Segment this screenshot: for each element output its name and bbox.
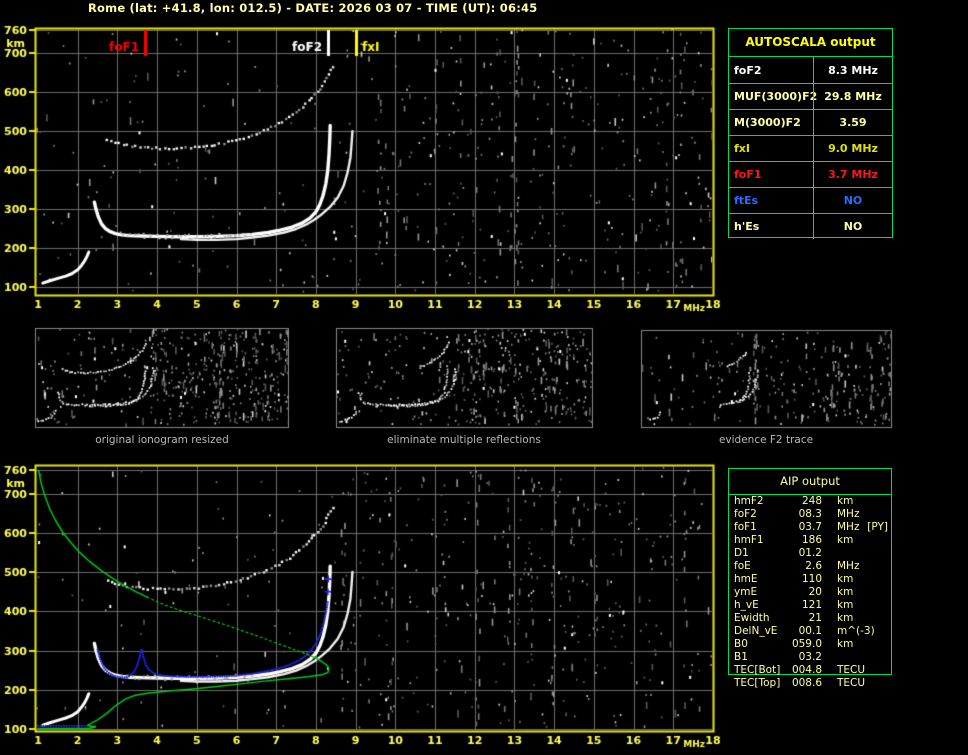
autoscala-row: foF13.7 MHz (729, 161, 892, 187)
aip-row-unit: km (822, 586, 891, 599)
aip-row-label: ymE (734, 586, 790, 599)
aip-row: h_vE121km (729, 599, 891, 612)
aip-row-value: 059.0 (790, 638, 822, 651)
aip-row-unit: km (822, 534, 891, 547)
autoscala-rows: foF28.3 MHzMUF(3000)F229.8 MHzM(3000)F23… (729, 57, 892, 239)
aip-row-unit: km (822, 495, 891, 508)
aip-row-unit: m^(-3) (822, 625, 891, 638)
aip-row-unit: km (822, 612, 891, 625)
aip-row: TEC[Top]008.6TECU (729, 677, 891, 690)
aip-row: B0059.0km (729, 638, 891, 651)
autoscala-row-label: foF1 (729, 162, 813, 187)
aip-row-value: 008.6 (790, 677, 822, 690)
aip-row-unit (822, 651, 891, 664)
aip-row: hmF1186km (729, 534, 891, 547)
aip-row-label: Ewidth (734, 612, 790, 625)
aip-row-unit: km (822, 573, 891, 586)
aip-row-value: 01.2 (790, 547, 822, 560)
aip-row-label: TEC[Top] (734, 677, 790, 690)
aip-output-table: AIP output hmF2248kmfoF208.3MHzfoF103.7M… (728, 468, 892, 675)
aip-row-label: foF1 (734, 521, 790, 534)
autoscala-row: M(3000)F23.59 (729, 109, 892, 135)
aip-row-label: hmE (734, 573, 790, 586)
aip-row: foE2.6MHz (729, 560, 891, 573)
aip-row-value: 121 (790, 599, 822, 612)
autoscala-output-table: AUTOSCALA output foF28.3 MHzMUF(3000)F22… (728, 28, 893, 238)
caption-evidence-f2: evidence F2 trace (719, 434, 813, 446)
aip-row-unit (822, 547, 891, 560)
aip-row: D101.2 (729, 547, 891, 560)
autoscala-row-label: ftEs (729, 188, 813, 213)
aip-row-label: B0 (734, 638, 790, 651)
aip-row-label: foF2 (734, 508, 790, 521)
aip-row: Ewidth21km (729, 612, 891, 625)
aip-row: hmF2248km (729, 495, 891, 508)
caption-eliminate-reflections: eliminate multiple reflections (387, 434, 541, 446)
aip-row-unit: TECU (822, 664, 891, 677)
autoscala-row: foF28.3 MHz (729, 57, 892, 83)
autoscala-row-label: foF2 (729, 57, 813, 83)
aip-row: DelN_vE00.1m^(-3) (729, 625, 891, 638)
aip-row-value: 03.7 (790, 521, 822, 534)
autoscala-row-value: 3.59 (813, 110, 892, 135)
autoscala-row: MUF(3000)F229.8 MHz (729, 83, 892, 109)
aip-row-label: h_vE (734, 599, 790, 612)
aip-row-label: DelN_vE (734, 625, 790, 638)
aip-row-unit: MHz (822, 508, 891, 521)
aip-row-value: 248 (790, 495, 822, 508)
autoscala-row-value: 9.0 MHz (813, 136, 892, 161)
autoscala-row-value: 3.7 MHz (813, 162, 892, 187)
autoscala-row-value: NO (813, 214, 892, 239)
aip-row-unit: MHz[PY] (822, 521, 891, 534)
aip-table-title: AIP output (729, 469, 891, 495)
aip-row-value: 08.3 (790, 508, 822, 521)
autoscala-screen: Rome (lat: +41.8, lon: 012.5) - DATE: 20… (0, 0, 968, 755)
caption-original-ionogram: original ionogram resized (95, 434, 229, 446)
aip-row: foF208.3MHz (729, 508, 891, 521)
aip-row-label: D1 (734, 547, 790, 560)
aip-row-label: foE (734, 560, 790, 573)
aip-row: hmE110km (729, 573, 891, 586)
autoscala-row-label: fxI (729, 136, 813, 161)
aip-row-value: 2.6 (790, 560, 822, 573)
aip-row-value: 004.8 (790, 664, 822, 677)
aip-row-label: hmF2 (734, 495, 790, 508)
aip-row-unit: km (822, 599, 891, 612)
aip-row: TEC[Bot]004.8TECU (729, 664, 891, 677)
aip-rows: hmF2248kmfoF208.3MHzfoF103.7MHz[PY]hmF11… (729, 495, 891, 690)
aip-row-value: 03.2 (790, 651, 822, 664)
autoscala-row-value: 29.8 MHz (813, 84, 892, 109)
aip-row-value: 00.1 (790, 625, 822, 638)
aip-row-unit: MHz (822, 560, 891, 573)
aip-row-note: [PY] (867, 521, 888, 534)
autoscala-row-label: MUF(3000)F2 (729, 84, 813, 109)
aip-row-label: B1 (734, 651, 790, 664)
aip-row-value: 110 (790, 573, 822, 586)
aip-row-value: 186 (790, 534, 822, 547)
aip-row: ymE20km (729, 586, 891, 599)
autoscala-row-label: M(3000)F2 (729, 110, 813, 135)
autoscala-row: fxI9.0 MHz (729, 135, 892, 161)
autoscala-table-title: AUTOSCALA output (729, 29, 892, 57)
autoscala-row: h'EsNO (729, 213, 892, 239)
autoscala-row-label: h'Es (729, 214, 813, 239)
autoscala-row: ftEsNO (729, 187, 892, 213)
aip-row-value: 20 (790, 586, 822, 599)
aip-row: B103.2 (729, 651, 891, 664)
autoscala-row-value: 8.3 MHz (813, 57, 892, 83)
aip-row-label: TEC[Bot] (734, 664, 790, 677)
autoscala-row-value: NO (813, 188, 892, 213)
aip-row: foF103.7MHz[PY] (729, 521, 891, 534)
aip-row-unit: km (822, 638, 891, 651)
aip-row-value: 21 (790, 612, 822, 625)
aip-row-label: hmF1 (734, 534, 790, 547)
aip-row-unit: TECU (822, 677, 891, 690)
station-date-title: Rome (lat: +41.8, lon: 012.5) - DATE: 20… (88, 1, 537, 15)
